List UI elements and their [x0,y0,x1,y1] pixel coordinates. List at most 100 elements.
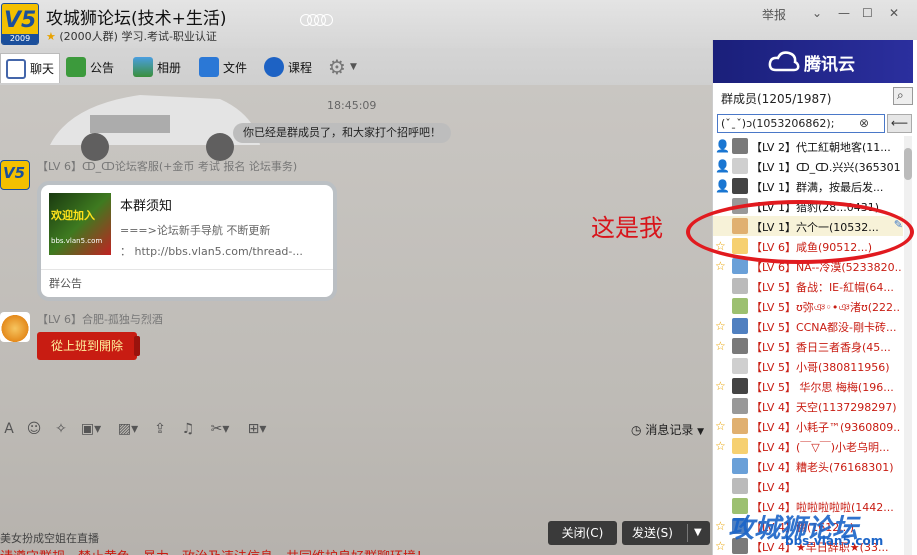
member-role-icon [715,498,729,514]
member-panel: 腾讯云 群成员(1205/1987) ⌕ (ˇˍˇ)ↄ(1053206862);… [712,40,917,555]
font-icon[interactable]: A [0,420,18,438]
member-row[interactable]: 【LV 4】天空(1137298297) [713,396,903,416]
member-role-icon: 👤 [715,159,730,173]
notice-card[interactable]: 欢迎加入 bbs.vlan5.com 本群须知 ===>论坛新手导航 不断更新 … [41,185,333,297]
member-row[interactable]: ☆ 【LV 5】 华尔思 梅梅(196... [713,376,903,396]
music-icon[interactable]: ♫ [179,420,197,438]
red-packet-message[interactable]: 從上班到開除 [37,332,140,360]
group-toolbar: 聊天 公告 相册 文件 课程 ⚙ ▼ [0,50,712,84]
message-sender[interactable]: 【LV 6】ↀ_ↀ论坛客服(+金币 考试 报名 论坛事务) [37,158,297,174]
image-icon[interactable]: ▨▾ [113,420,143,438]
play-icon [264,57,284,77]
member-row[interactable]: ☆ 【LV 4】小耗子™(9360809... [713,416,903,436]
chevron-down-icon[interactable]: ⌄ [812,6,822,20]
member-row[interactable]: 👤 【LV 1】群满，按最后发... [713,176,903,196]
shake-icon[interactable]: ✧ [52,420,70,438]
tab-course[interactable]: 课程 [264,54,312,80]
gif-icon[interactable]: ▣▾ [76,420,106,438]
group-logo[interactable]: V5 2009 [1,3,39,45]
tab-chat[interactable]: 聊天 [0,53,61,83]
member-row[interactable]: ☆ 【LV 4】(￣▽￣)小老乌明... [713,436,903,456]
send-button[interactable]: 发送(S) ▼ [622,521,710,545]
member-row[interactable]: 【LV 5】ʊ弥ঞ◦•ঞ渚ʊ(222... [713,296,903,316]
member-name: 【LV 5】小哥(380811956) [751,361,890,374]
tab-files-label: 文件 [223,60,248,75]
avatar[interactable] [732,258,748,274]
chat-area[interactable]: 18:45:09 你已经是群成员了，和大家打个招呼吧！ V5 【LV 6】ↀ_ↀ… [0,85,712,415]
close-icon[interactable]: ✕ [889,6,899,20]
send-button-label: 发送(S) [632,526,673,540]
search-icon: ⌕ [897,88,904,102]
member-role-icon: 👤 [715,179,730,193]
avatar[interactable] [732,278,748,294]
logo-text: V5 [3,164,26,182]
avatar[interactable] [732,438,748,454]
avatar[interactable] [732,298,748,314]
minimize-icon[interactable]: — [838,6,850,20]
folder-icon [199,57,219,77]
star-icon: ☆ [715,259,726,273]
live-ad-text[interactable]: 美女扮成空姐在直播 [0,530,99,546]
avatar[interactable] [732,478,748,494]
member-name: 【LV 2】代工紅朝地客(11... [751,141,891,154]
member-search-button[interactable]: ⌕ [893,87,913,105]
clear-icon[interactable]: ⊗ [856,114,872,133]
avatar[interactable]: V5 [0,160,30,190]
tencent-cloud-banner[interactable]: 腾讯云 [713,40,913,83]
more-icon[interactable]: ⊞▾ [242,420,272,438]
avatar[interactable] [732,418,748,434]
settings-menu[interactable]: ⚙ ▼ [328,54,357,80]
member-row[interactable]: 【LV 4】糟老头(76168301) [713,456,903,476]
tab-files[interactable]: 文件 [199,54,247,80]
star-icon: ☆ [715,319,726,333]
avatar[interactable] [732,158,748,174]
chevron-down-icon: ▼ [349,62,357,72]
chevron-down-icon[interactable]: ▼ [694,521,702,545]
maximize-icon[interactable]: ☐ [862,6,873,20]
close-button[interactable]: 关闭(C) [548,521,617,545]
member-row[interactable]: 👤 【LV 2】代工紅朝地客(11... [713,136,903,156]
member-role-icon [715,298,729,314]
avatar[interactable] [732,178,748,194]
scrollbar-thumb[interactable] [904,148,912,180]
member-row[interactable]: 【LV 5】备战：IE-紅帽(64... [713,276,903,296]
tab-album[interactable]: 相册 [133,54,181,80]
member-row[interactable]: 👤 【LV 1】ↀ_ↀ.兴兴(365301... [713,156,903,176]
star-icon: ☆ [715,519,726,533]
report-button[interactable]: 举报 [762,6,786,23]
avatar[interactable] [732,458,748,474]
tab-notice[interactable]: 公告 [66,54,114,80]
avatar[interactable] [732,138,748,154]
banner-text: 腾讯云 [804,55,855,75]
emoji-icon[interactable]: ☺ [25,420,43,438]
upload-icon[interactable]: ⇪ [151,420,169,438]
member-row[interactable]: 【LV 5】小哥(380811956) [713,356,903,376]
member-row[interactable]: 【LV 4】 [713,476,903,496]
card-title: 本群须知 [120,199,173,214]
group-info: ★ (2000人群) 学习.考试-职业认证 [46,28,217,44]
avatar[interactable] [732,398,748,414]
member-role-icon: 👤 [715,139,730,153]
tab-album-label: 相册 [157,60,182,75]
star-icon: ☆ [715,379,726,393]
avatar[interactable] [732,318,748,334]
member-row[interactable]: ☆ 【LV 5】香日三者香身(45... [713,336,903,356]
back-arrow-icon[interactable]: ⟵ [887,114,912,133]
scrollbar[interactable] [904,136,912,555]
screenshot-scissors-icon[interactable]: ✂▾ [205,420,235,438]
group-name[interactable]: 攻城狮论坛(技术+生活) [46,4,227,29]
member-row[interactable]: ☆ 【LV 5】CCNA都没-剛卡砖... [713,316,903,336]
flag-icon [66,57,86,77]
avatar[interactable] [732,378,748,394]
message-input[interactable] [0,444,712,519]
message-sender[interactable]: 【LV 6】合肥-孤独与烈酒 [37,311,163,327]
avatar[interactable] [732,358,748,374]
bottom-notice: 请遵守群规，禁止黄色、暴力、政治及违法信息，共同维护良好群聊环境！ [0,546,429,555]
chevron-down-icon: ▼ [697,427,705,437]
tab-notice-label: 公告 [90,60,115,75]
avatar[interactable] [732,338,748,354]
message-record-button[interactable]: ◷ 消息记录 ▼ [631,421,704,438]
avatar[interactable] [0,312,30,342]
card-link[interactable]: ： http://bbs.vlan5.com/thread-... [120,243,303,259]
member-role-icon [715,458,729,474]
